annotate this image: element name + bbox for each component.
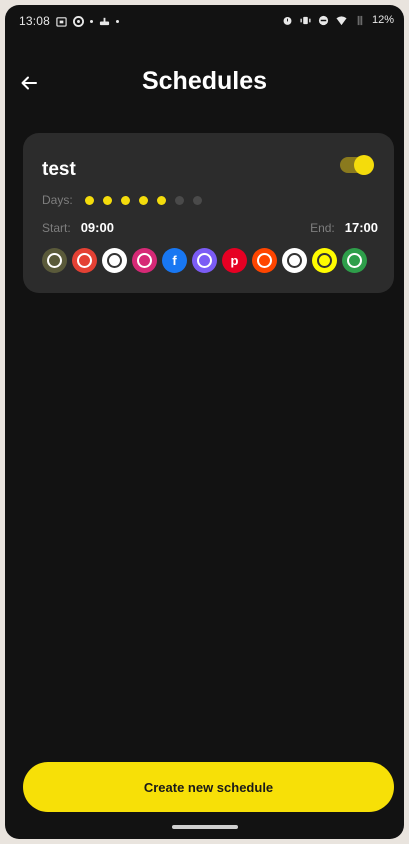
end-time: End: 17:00 [310,220,378,235]
start-label: Start: [42,221,71,235]
snapchat-icon [312,248,337,273]
schedule-name: test [42,159,76,180]
signal-icon [357,15,363,25]
day-dot [138,195,148,205]
days-row: Days: [42,193,202,207]
status-bar-right: 12% [282,14,394,26]
end-value: 17:00 [344,220,378,235]
start-time: Start: 09:00 [42,220,114,235]
time-row: Start: 09:00 End: 17:00 [42,220,378,236]
days-label: Days: [42,193,73,207]
green-app-icon [342,248,367,273]
reddit-icon-glyph [257,253,272,268]
instagram-icon-glyph [137,253,152,268]
calendar-icon [56,16,67,27]
pulse-icon [73,15,85,27]
day-dot [156,195,166,205]
end-label: End: [310,221,335,235]
drive-icon-glyph [107,253,122,268]
plant-icon [42,248,67,273]
vibrate-icon [300,16,311,24]
battery-percent: 12% [371,14,394,26]
status-bar-left: 13:08 [19,14,120,28]
drive-icon [102,248,127,273]
messenger-icon [192,248,217,273]
alarm-icon [283,16,292,25]
phone-screen: 13:08 12% Schedules test Days: Start: 09… [5,5,404,839]
days-indicator [84,195,202,205]
day-dot [174,195,184,205]
reddit-icon [252,248,277,273]
status-dot [90,19,94,23]
home-indicator[interactable] [172,825,238,829]
start-value: 09:00 [80,220,114,235]
chrome-icon-glyph [77,253,92,268]
messenger-icon-glyph [197,253,212,268]
schedule-card[interactable]: test Days: Start: 09:00 End: 17:00 fp [23,133,394,293]
wifi-icon [336,15,347,25]
slack-icon [282,248,307,273]
schedule-enabled-toggle[interactable] [340,155,374,175]
cake-icon [99,17,110,25]
pinterest-icon: p [222,248,247,273]
blocked-apps-list: fp [42,248,378,276]
slack-icon-glyph [287,253,302,268]
day-dot [192,195,202,205]
plant-icon-glyph [47,253,62,268]
snapchat-icon-glyph [317,253,332,268]
day-dot [120,195,130,205]
day-dot [84,195,94,205]
create-schedule-button[interactable]: Create new schedule [23,762,394,812]
status-time: 13:08 [19,14,51,28]
page-title: Schedules [141,67,268,95]
facebook-icon: f [162,248,187,273]
dnd-icon [318,15,329,25]
instagram-icon [132,248,157,273]
day-dot [102,195,112,205]
status-bar: 13:08 12% [5,5,404,39]
status-dot [116,19,120,23]
toggle-knob [354,155,374,175]
green-app-icon-glyph [347,253,362,268]
chrome-icon [72,248,97,273]
